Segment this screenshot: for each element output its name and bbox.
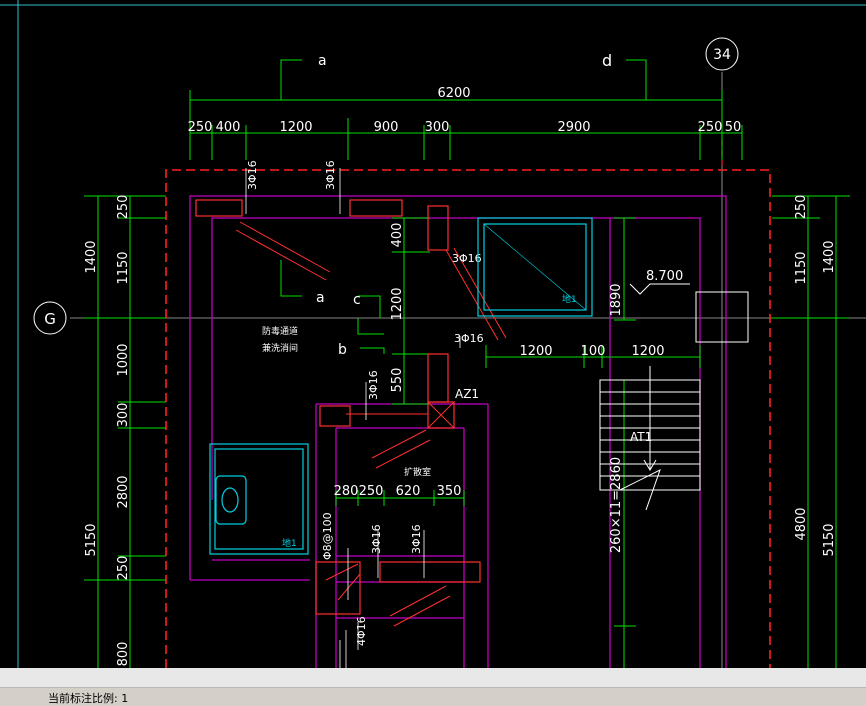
section-mark-a-top: a [318,53,327,69]
rebar-blocks [195,199,481,615]
dim-mid-1200b: 1200 [631,344,664,359]
dim-mid-1200: 1200 [390,287,405,320]
section-mark-a-bottom: a [316,290,325,306]
dim-room-250: 250 [359,484,384,499]
dim-left-300: 300 [116,403,131,428]
dim-overall-6200: 6200 [437,86,470,101]
dim-top-300: 300 [425,120,450,135]
rebar-label-7: 3Φ16 [410,524,423,554]
rebar-label-9: 4Φ16 [355,616,368,646]
section-mark-c-left: c [353,292,361,308]
fixture-tag-2: 地1 [282,537,297,549]
dim-top-250: 250 [188,120,213,135]
dimension-lines [84,90,850,668]
dim-top-250b: 250 [698,120,723,135]
dim-left-250: 250 [116,195,131,220]
rebar-label-6: 3Φ16 [370,524,383,554]
section-mark-lines [280,59,647,354]
command-band[interactable] [0,668,866,688]
dim-room-620: 620 [396,484,421,499]
svg-text:8.700: 8.700 [646,269,683,284]
cad-drawing-canvas[interactable]: 34 G a d a c b 6200 250 400 1200 900 300… [0,0,866,668]
dim-left-800: 800 [116,642,131,667]
dim-left-1000: 1000 [116,343,131,376]
dim-right-1150: 1150 [794,251,809,284]
dim-mid-550: 550 [390,368,405,393]
dim-mid-1200a: 1200 [519,344,552,359]
dim-stair: 260×11=2860 [609,457,624,553]
tag-at1: AT1 [630,430,652,444]
annotation-scale-label: 当前标注比例: 1 [48,692,129,705]
axis-bubble-34: 34 [705,37,739,71]
dim-left-5150: 5150 [84,523,99,556]
dim-right-1400: 1400 [822,240,837,273]
dim-top-1200: 1200 [279,120,312,135]
fixture-washbasin [209,443,309,555]
section-mark-b: b [338,342,347,358]
dim-room-280: 280 [334,484,359,499]
dim-right-4800: 4800 [794,507,809,540]
dim-mid-100: 100 [581,344,606,359]
status-bar: 当前标注比例: 1 [0,668,866,706]
fixture-tag-1: 地1 [562,293,577,305]
tag-az1: AZ1 [455,387,479,401]
dim-room-350: 350 [437,484,462,499]
dim-top-400: 400 [216,120,241,135]
dim-mid-400: 400 [390,223,405,248]
rebar-label-5: 3Φ16 [367,370,380,400]
dim-left-2800: 2800 [116,475,131,508]
rebar-label-3: 3Φ16 [452,252,482,265]
dim-top-2900: 2900 [557,120,590,135]
rebar-label-1: 3Φ16 [246,160,259,190]
room-label-1b: 兼洗消间 [262,342,298,354]
dim-right-5150: 5150 [822,523,837,556]
rebar-label-2: 3Φ16 [324,160,337,190]
dim-1890: 1890 [609,283,624,316]
rebar-lines [235,221,507,627]
dashed-boundary [165,169,771,668]
svg-text:34: 34 [713,47,731,63]
svg-text:G: G [44,310,56,328]
rebar-label-8: Φ8@100 [321,512,334,560]
section-mark-d-top: d [602,51,612,70]
dim-left-1150: 1150 [116,251,131,284]
axis-bubble-g: G [33,301,67,335]
dim-left-250b: 250 [116,556,131,581]
dim-left-1400: 1400 [84,240,99,273]
hatch-lines [339,630,347,668]
dim-top-50: 50 [725,120,742,135]
room-label-2: 扩散室 [404,466,431,478]
room-label-1a: 防毒通道 [262,325,298,337]
rebar-label-4: 3Φ16 [454,332,484,345]
dim-right-250: 250 [794,195,809,220]
dim-top-900: 900 [374,120,399,135]
elevation-marker: 8.700 [629,269,690,295]
